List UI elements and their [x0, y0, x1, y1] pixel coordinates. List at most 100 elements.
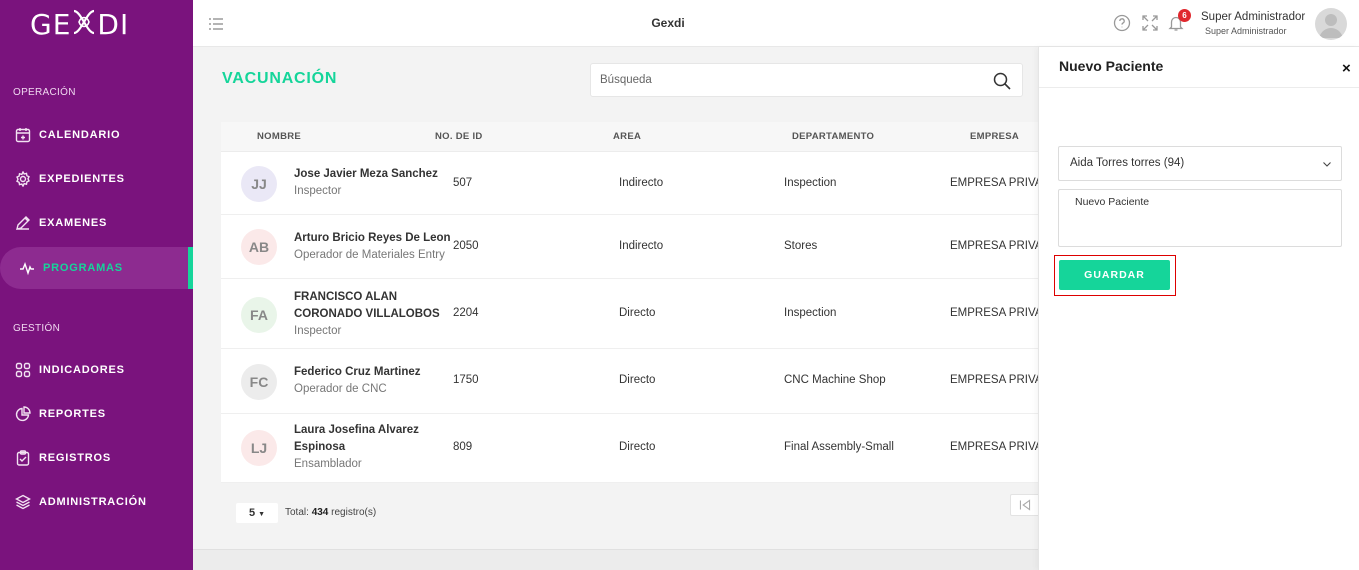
logo-text-left: GE — [30, 8, 72, 41]
column-header-nombre[interactable]: NOMBRE — [257, 131, 301, 142]
pulse-icon — [18, 259, 36, 277]
patient-role: Inspector — [294, 185, 342, 197]
search-icon[interactable] — [993, 72, 1011, 90]
user-name[interactable]: Super Administrador — [1201, 11, 1305, 23]
sidebar-item-calendario[interactable]: CALENDARIO — [0, 114, 193, 156]
user-role: Super Administrador — [1205, 26, 1287, 36]
logo-x-icon — [71, 8, 97, 35]
notification-badge: 6 — [1178, 9, 1191, 22]
top-header: Gexdi 6 Super Administrador Super Admini… — [193, 0, 1359, 47]
patient-role: Inspector — [294, 325, 342, 337]
patient-name-cell: Arturo Bricio Reyes De Leon Operador de … — [294, 230, 464, 264]
bottom-scrollbar[interactable] — [193, 549, 1039, 570]
clipboard-icon — [14, 449, 32, 467]
sidebar-item-label: PROGRAMAS — [43, 262, 123, 274]
pencil-icon — [14, 214, 32, 232]
sidebar-item-reportes[interactable]: REPORTES — [0, 393, 193, 435]
patients-table: NOMBRE NO. DE ID AREA DEPARTAMENTO EMPRE… — [221, 122, 1039, 483]
total-prefix: Total: — [285, 507, 309, 518]
patient-id: 507 — [453, 177, 473, 189]
sidebar: GE DI OPERACIÓN CALENDARIO EXPEDIENTES EX… — [0, 0, 193, 570]
calendar-icon — [14, 126, 32, 144]
patient-select-value: Aida Torres torres (94) — [1070, 157, 1185, 169]
chevron-down-icon — [1322, 159, 1332, 169]
column-header-departamento[interactable]: DEPARTAMENTO — [792, 131, 874, 142]
patient-name-cell: Jose Javier Meza Sanchez Inspector — [294, 166, 454, 200]
patient-select[interactable]: Aida Torres torres (94) — [1058, 146, 1342, 181]
column-header-id[interactable]: NO. DE ID — [435, 131, 483, 142]
sidebar-item-administracion[interactable]: ADMINISTRACIÓN — [0, 481, 193, 523]
fullscreen-icon[interactable] — [1141, 14, 1159, 32]
sidebar-item-label: INDICADORES — [39, 364, 125, 376]
panel-divider — [1039, 87, 1359, 88]
section-title-gestion: GESTIÓN — [13, 323, 61, 334]
gexdi-logo[interactable]: GE DI — [30, 8, 129, 41]
patient-role: Ensamblador — [294, 458, 362, 470]
table-header: NOMBRE NO. DE ID AREA DEPARTAMENTO EMPRE… — [221, 122, 1039, 152]
search-input[interactable] — [591, 64, 971, 96]
page-size-select[interactable]: 5 ▼ — [236, 503, 278, 523]
sidebar-item-registros[interactable]: REGISTROS — [0, 437, 193, 479]
avatar-initials: FC — [241, 364, 277, 400]
patient-company: EMPRESA PRIVAI — [950, 374, 1039, 386]
save-button-highlight: GUARDAR — [1054, 255, 1176, 296]
sidebar-item-label: ADMINISTRACIÓN — [39, 496, 147, 508]
patient-area: Indirecto — [619, 177, 664, 189]
total-count: 434 — [311, 507, 329, 518]
page-title: VACUNACIÓN — [222, 70, 338, 87]
sidebar-item-label: REPORTES — [39, 408, 106, 420]
patient-name: Arturo Bricio Reyes De Leon — [294, 232, 451, 244]
table-row[interactable]: AB Arturo Bricio Reyes De Leon Operador … — [221, 215, 1039, 279]
patient-company: EMPRESA PRIVAI — [950, 441, 1039, 453]
first-page-icon — [1019, 499, 1031, 511]
sidebar-item-indicadores[interactable]: INDICADORES — [0, 349, 193, 391]
sidebar-item-label: EXPEDIENTES — [39, 173, 125, 185]
sidebar-item-expedientes[interactable]: EXPEDIENTES — [0, 158, 193, 200]
column-header-area[interactable]: AREA — [613, 131, 641, 142]
panel-title: Nuevo Paciente — [1059, 58, 1164, 74]
sidebar-item-label: EXAMENES — [39, 217, 108, 229]
app-title: Gexdi — [651, 16, 685, 30]
patient-name: Jose Javier Meza Sanchez — [294, 168, 438, 180]
help-icon[interactable] — [1113, 14, 1131, 32]
patient-name-cell: FRANCISCO ALAN CORONADO VILLALOBOS Inspe… — [294, 289, 444, 340]
avatar[interactable] — [1315, 8, 1347, 40]
caret-down-icon: ▼ — [258, 511, 266, 518]
pie-chart-icon — [14, 405, 32, 423]
avatar-initials: AB — [241, 229, 277, 265]
layers-icon — [14, 493, 32, 511]
patient-name: Federico Cruz Martinez — [294, 366, 421, 378]
patient-department: Stores — [784, 240, 818, 252]
patient-company: EMPRESA PRIVAI — [950, 177, 1039, 189]
section-title-operacion: OPERACIÓN — [13, 87, 76, 98]
first-page-button[interactable] — [1010, 494, 1040, 516]
patient-area: Directo — [619, 441, 656, 453]
patient-name-cell: Laura Josefina Alvarez Espinosa Ensambla… — [294, 422, 434, 473]
patient-name-cell: Federico Cruz Martinez Operador de CNC — [294, 364, 454, 398]
sidebar-item-label: CALENDARIO — [39, 129, 121, 141]
patient-area: Indirecto — [619, 240, 664, 252]
grid-icon — [14, 361, 32, 379]
patient-department: CNC Machine Shop — [784, 374, 886, 386]
patient-area: Directo — [619, 307, 656, 319]
patient-department: Final Assembly-Small — [784, 441, 894, 453]
sidebar-item-examenes[interactable]: EXAMENES — [0, 202, 193, 244]
avatar-initials: FA — [241, 297, 277, 333]
avatar-initials: LJ — [241, 430, 277, 466]
table-row[interactable]: LJ Laura Josefina Alvarez Espinosa Ensam… — [221, 414, 1039, 483]
table-row[interactable]: FA FRANCISCO ALAN CORONADO VILLALOBOS In… — [221, 279, 1039, 349]
table-row[interactable]: JJ Jose Javier Meza Sanchez Inspector 50… — [221, 153, 1039, 215]
table-row[interactable]: FC Federico Cruz Martinez Operador de CN… — [221, 349, 1039, 414]
column-header-empresa[interactable]: EMPRESA — [970, 131, 1019, 142]
patient-name: FRANCISCO ALAN CORONADO VILLALOBOS — [294, 291, 440, 320]
patient-notes-textarea[interactable]: Nuevo Paciente — [1058, 189, 1342, 247]
patient-name: Laura Josefina Alvarez Espinosa — [294, 424, 419, 453]
patient-id: 2204 — [453, 307, 479, 319]
patient-department: Inspection — [784, 177, 837, 189]
patient-role: Operador de CNC — [294, 383, 387, 395]
close-icon[interactable]: × — [1342, 60, 1351, 77]
gear-icon — [14, 170, 32, 188]
sidebar-item-programas[interactable]: PROGRAMAS — [0, 247, 193, 289]
total-suffix: registro(s) — [331, 507, 377, 518]
save-button[interactable]: GUARDAR — [1059, 260, 1170, 290]
